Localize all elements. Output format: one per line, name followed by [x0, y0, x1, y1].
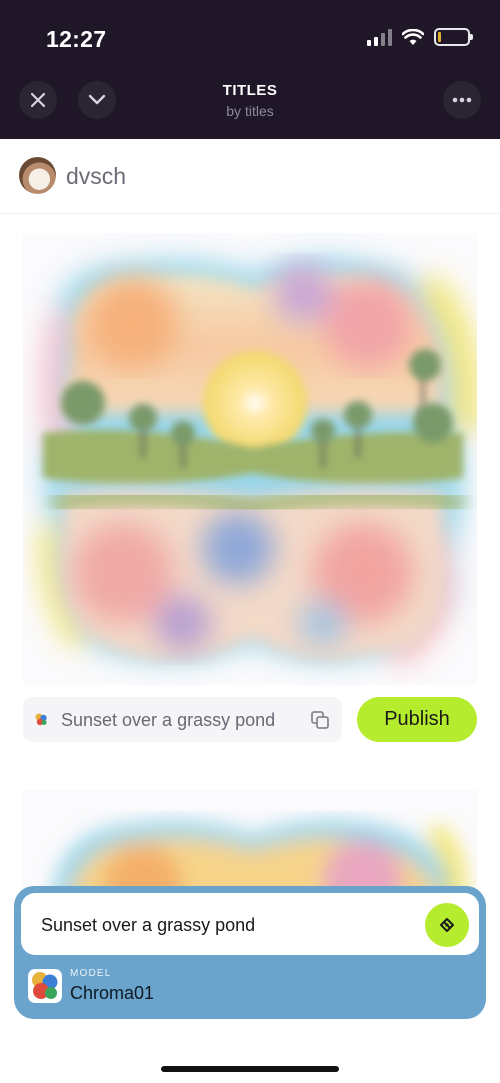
- more-options-button[interactable]: [443, 81, 481, 119]
- status-icons: [367, 28, 473, 46]
- nav-bar: TITLES by titles: [0, 78, 500, 124]
- prompt-input[interactable]: Sunset over a grassy pond: [21, 893, 479, 955]
- home-indicator[interactable]: [161, 1066, 339, 1072]
- prompt-input-text[interactable]: Sunset over a grassy pond: [41, 915, 255, 936]
- author-row[interactable]: dvsch: [0, 139, 500, 214]
- battery-icon: [434, 28, 473, 46]
- status-bar: 12:27: [0, 0, 500, 78]
- prompt-chip[interactable]: Sunset over a grassy pond: [23, 697, 342, 742]
- generate-icon: [440, 918, 454, 932]
- model-logo-icon: [32, 972, 58, 999]
- publish-button[interactable]: Publish: [357, 697, 477, 742]
- prompt-composer: Sunset over a grassy pond MODEL Chroma01: [14, 886, 486, 1019]
- avatar[interactable]: [19, 157, 56, 194]
- model-thumbnail[interactable]: [28, 969, 62, 1003]
- model-selector[interactable]: Chroma01: [70, 983, 154, 1004]
- prompt-text: Sunset over a grassy pond: [61, 710, 276, 730]
- status-time: 12:27: [46, 26, 107, 52]
- page-subtitle: by titles: [226, 103, 274, 119]
- copy-icon[interactable]: [310, 710, 330, 730]
- cellular-signal-icon: [367, 28, 392, 46]
- model-palette-icon: [35, 713, 47, 726]
- more-horizontal-icon: [452, 97, 472, 103]
- app-header: 12:27 TITLES by titles: [0, 0, 500, 139]
- model-caption: MODEL: [70, 968, 112, 979]
- author-name[interactable]: dvsch: [66, 163, 126, 190]
- artwork-canvas: [40, 258, 477, 669]
- generate-button[interactable]: [425, 903, 469, 947]
- wifi-icon: [402, 28, 424, 45]
- generated-image[interactable]: [23, 233, 477, 685]
- page-title: TITLES: [222, 82, 278, 99]
